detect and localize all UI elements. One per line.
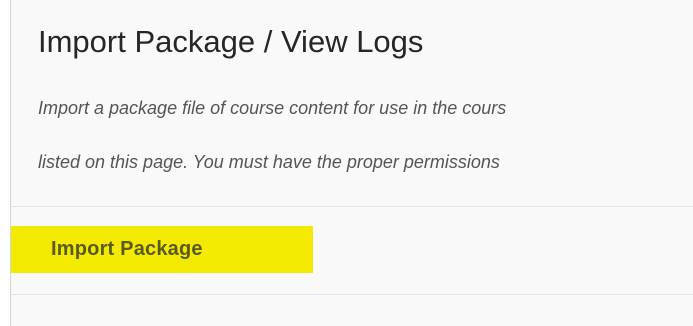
content-panel: Import Package / View Logs Import a pack… [10, 0, 693, 326]
page-description: Import a package file of course content … [38, 68, 693, 203]
divider [11, 206, 693, 207]
import-package-button[interactable]: Import Package [51, 238, 203, 261]
page-header: Import Package / View Logs Import a pack… [38, 22, 693, 203]
page-title: Import Package / View Logs [38, 24, 424, 59]
divider [11, 294, 693, 295]
description-line-1: Import a package file of course content … [38, 98, 507, 118]
action-bar-highlight[interactable]: Import Package [11, 226, 313, 273]
description-line-2: listed on this page. You must have the p… [38, 152, 500, 172]
